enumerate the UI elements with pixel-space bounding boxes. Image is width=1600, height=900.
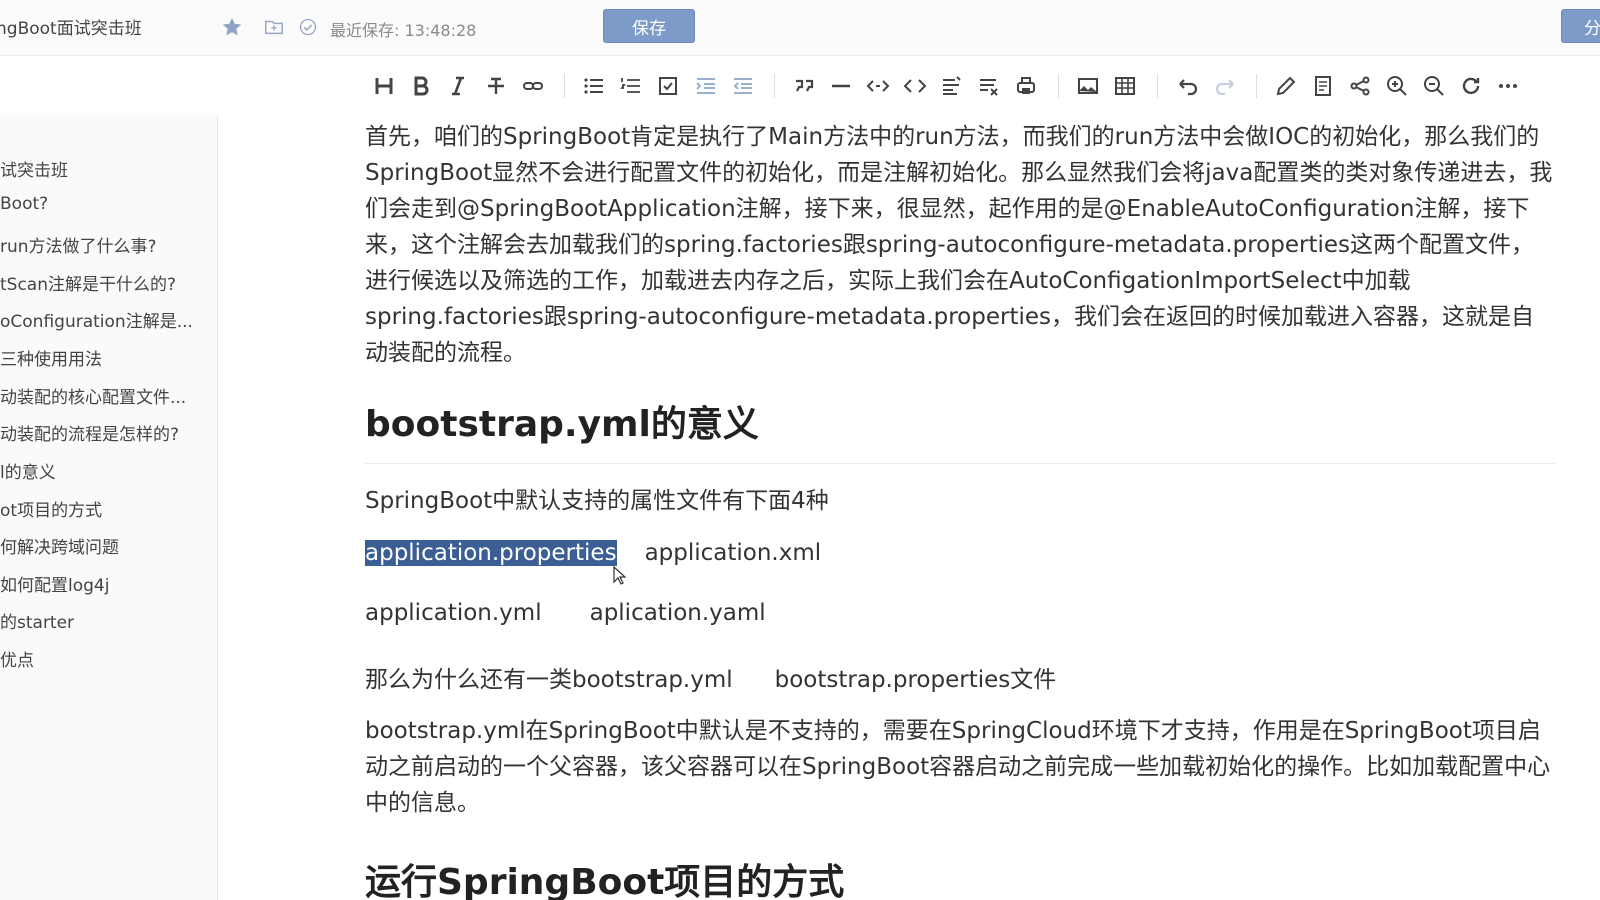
sidebar-item[interactable]: ot项目的方式	[0, 496, 102, 521]
redo-icon[interactable]	[1211, 72, 1239, 100]
file-name: application.yml	[365, 600, 542, 626]
toolbar-divider	[1256, 74, 1257, 98]
save-status: 最近保存: 13:48:28	[330, 21, 477, 40]
mouse-cursor-icon	[613, 566, 627, 585]
saved-check-icon	[296, 15, 320, 39]
more-icon[interactable]	[1494, 72, 1522, 100]
print-icon[interactable]	[1012, 72, 1040, 100]
sidebar-item[interactable]: tScan注解是干什么的?	[0, 270, 176, 295]
bold-icon[interactable]	[407, 72, 435, 100]
toolbar-divider	[774, 74, 775, 98]
folder-icon[interactable]	[262, 15, 286, 39]
horizontal-rule-icon[interactable]	[827, 72, 855, 100]
sidebar-item[interactable]: 优点	[0, 646, 34, 671]
strikethrough-icon[interactable]	[482, 72, 510, 100]
toolbar-divider	[564, 74, 565, 98]
undo-icon[interactable]	[1174, 72, 1202, 100]
indent-icon[interactable]	[692, 72, 720, 100]
align-icon[interactable]	[938, 72, 966, 100]
body-text: bootstrap.properties文件	[774, 667, 1057, 693]
file-list-line: application.yml aplication.yaml	[365, 600, 766, 626]
section-heading: 运行SpringBoot项目的方式	[365, 862, 845, 900]
share-button[interactable]: 分	[1561, 9, 1600, 43]
toolbar-divider	[1058, 74, 1059, 98]
sidebar-item[interactable]: l的意义	[0, 458, 56, 483]
link-icon[interactable]	[519, 72, 547, 100]
unordered-list-icon[interactable]	[580, 72, 608, 100]
inline-code-icon[interactable]	[864, 72, 892, 100]
editor-content[interactable]: 首先，咱们的SpringBoot肯定是执行了Main方法中的run方法，而我们的…	[365, 115, 1555, 900]
body-text: SpringBoot中默认支持的属性文件有下面4种	[365, 488, 829, 514]
sidebar-item[interactable]: 动装配的流程是怎样的?	[0, 420, 179, 445]
preview-icon[interactable]	[1309, 72, 1337, 100]
bootstrap-paragraph: bootstrap.yml在SpringBoot中默认是不支持的，需要在Spri…	[365, 718, 1551, 816]
star-icon[interactable]	[220, 15, 244, 39]
quote-icon[interactable]	[790, 72, 818, 100]
intro-paragraph: 首先，咱们的SpringBoot肯定是执行了Main方法中的run方法，而我们的…	[365, 124, 1553, 366]
selected-text: application.properties	[365, 540, 617, 566]
code-block-icon[interactable]	[901, 72, 929, 100]
document-title: ngBoot面试突击班	[0, 19, 142, 39]
file-name: aplication.yaml	[589, 600, 766, 626]
task-list-icon[interactable]	[654, 72, 682, 100]
body-text: 那么为什么还有一类bootstrap.yml	[365, 667, 733, 693]
outline-sidebar: 试突击班 Boot? run方法做了什么事? tScan注解是干什么的? oCo…	[0, 115, 218, 900]
save-button[interactable]: 保存	[603, 9, 695, 43]
italic-icon[interactable]	[444, 72, 472, 100]
top-bar: ngBoot面试突击班 最近保存: 13:48:28 保存 分	[0, 0, 1600, 56]
section-heading: bootstrap.yml的意义	[365, 404, 759, 445]
heading-icon[interactable]	[370, 72, 398, 100]
file-name: application.xml	[644, 540, 822, 566]
sidebar-item[interactable]: 的starter	[0, 608, 74, 633]
image-icon[interactable]	[1074, 72, 1102, 100]
sidebar-item[interactable]: 三种使用用法	[0, 345, 102, 370]
zoom-in-icon[interactable]	[1383, 72, 1411, 100]
clear-format-icon[interactable]	[975, 72, 1003, 100]
sidebar-item[interactable]: Boot?	[0, 194, 48, 214]
body-text-line: 那么为什么还有一类bootstrap.yml bootstrap.properti…	[365, 660, 1056, 694]
table-icon[interactable]	[1111, 72, 1139, 100]
toolbar-divider	[1157, 74, 1158, 98]
file-list-line: application.properties application.xml	[365, 540, 821, 566]
ordered-list-icon[interactable]	[617, 72, 645, 100]
edit-icon[interactable]	[1272, 72, 1300, 100]
refresh-icon[interactable]	[1457, 72, 1485, 100]
sidebar-item[interactable]: oConfiguration注解是...	[0, 307, 193, 332]
sidebar-item[interactable]: 如何配置log4j	[0, 571, 109, 596]
heading-divider	[365, 463, 1555, 464]
zoom-out-icon[interactable]	[1420, 72, 1448, 100]
sidebar-item[interactable]: 试突击班	[0, 156, 68, 181]
sidebar-item[interactable]: run方法做了什么事?	[0, 232, 157, 257]
mindmap-icon[interactable]	[1346, 72, 1374, 100]
outdent-icon[interactable]	[729, 72, 757, 100]
sidebar-item[interactable]: 何解决跨域问题	[0, 533, 119, 558]
sidebar-item[interactable]: 动装配的核心配置文件...	[0, 383, 186, 408]
